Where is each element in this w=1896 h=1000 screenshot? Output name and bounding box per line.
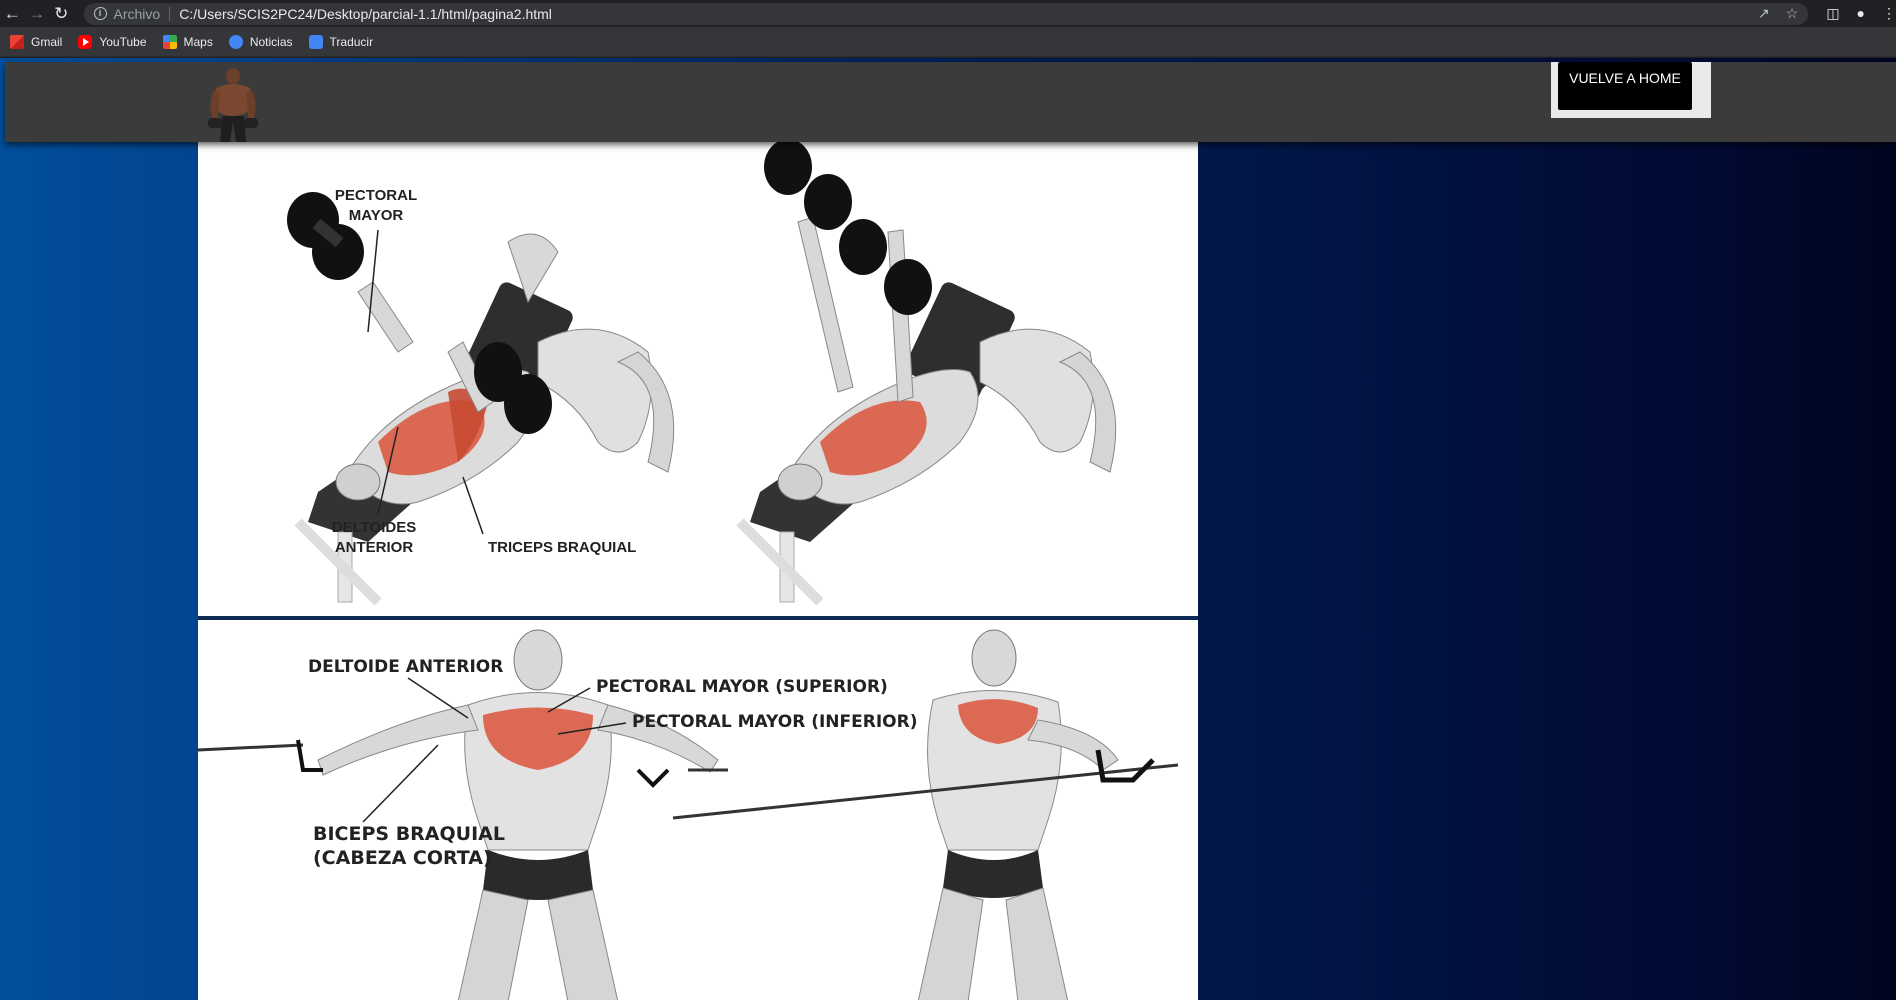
label-biceps-2: (CABEZA CORTA) [313,847,492,869]
maps-icon [162,34,177,49]
info-icon[interactable]: i [93,7,107,20]
bookmark-label: Maps [183,34,213,49]
profile-icon[interactable]: ● [1857,5,1865,22]
page-body: VUELVE A HOME PECTORAL MAYOR DELTOIDES A… [0,58,1896,1000]
home-button-container: VUELVE A HOME [1551,62,1711,118]
cable-fly-illustration: DELTOIDE ANTERIOR PECTORAL MAYOR (SUPERI… [198,629,1179,1000]
forward-icon[interactable]: → [25,0,50,27]
browser-toolbar: ← → ↻ i Archivo C:/Users/SCIS2PC24/Deskt… [0,0,1896,27]
menu-icon[interactable]: ⋮ [1882,5,1896,22]
right-dumbbells [764,142,932,315]
share-icon[interactable]: ↗ [1758,5,1770,22]
address-bar[interactable]: i Archivo C:/Users/SCIS2PC24/Desktop/par… [83,2,1809,25]
label-pectoral-superior: PECTORAL MAYOR (SUPERIOR) [596,677,888,697]
site-header: VUELVE A HOME [5,62,1896,142]
address-separator [169,6,171,21]
label-triceps: TRICEPS BRAQUIAL [488,539,636,556]
right-standing-figure [917,629,1119,1000]
label-pectoral-1: PECTORAL [335,187,417,204]
bookmark-youtube[interactable]: YouTube [78,34,147,49]
translate-icon [308,34,323,49]
security-label: Archivo [113,5,161,22]
bookmark-label: Gmail [31,34,63,49]
label-deltoides-2: ANTERIOR [335,539,414,556]
cable-line [198,743,304,752]
home-button[interactable]: VUELVE A HOME [1558,62,1692,110]
bodybuilder-logo [208,68,258,142]
bookmark-noticias[interactable]: Noticias [228,34,293,49]
label-line [362,744,439,823]
bookmark-label: Noticias [249,34,293,49]
bookmark-label: Traducir [329,34,374,49]
bookmark-maps[interactable]: Maps [162,34,213,49]
label-pectoral-inferior: PECTORAL MAYOR (INFERIOR) [632,712,917,732]
cable-handle [636,768,670,788]
side-panel-icon[interactable]: ◫ [1826,5,1839,22]
news-icon [228,34,243,49]
label-deltoides-1: DELTOIDES [332,519,416,536]
label-pectoral-2: MAYOR [349,207,404,224]
label-deltoide-anterior: DELTOIDE ANTERIOR [308,657,503,677]
back-icon[interactable]: ← [0,0,25,27]
bookmark-label: YouTube [99,34,147,49]
cable-fly-figure: DELTOIDE ANTERIOR PECTORAL MAYOR (SUPERI… [198,620,1198,1000]
label-line [462,476,484,535]
main-content: PECTORAL MAYOR DELTOIDES ANTERIOR TRICEP… [198,142,1198,1000]
bookmark-traducir[interactable]: Traducir [308,34,374,49]
youtube-icon [78,34,93,49]
bench-press-figure: PECTORAL MAYOR DELTOIDES ANTERIOR TRICEP… [198,142,1198,616]
url-text[interactable]: C:/Users/SCIS2PC24/Desktop/parcial-1.1/h… [179,6,552,22]
bookmark-star-icon[interactable]: ☆ [1786,5,1799,22]
gmail-icon [10,34,24,49]
bench-press-illustration: PECTORAL MAYOR DELTOIDES ANTERIOR TRICEP… [287,142,1117,606]
bookmarks-bar: Gmail YouTube Maps Noticias Traducir [0,27,1896,57]
reload-icon[interactable]: ↻ [49,0,74,27]
label-biceps-1: BICEPS BRAQUIAL [313,823,505,845]
bookmark-gmail[interactable]: Gmail [10,34,63,49]
